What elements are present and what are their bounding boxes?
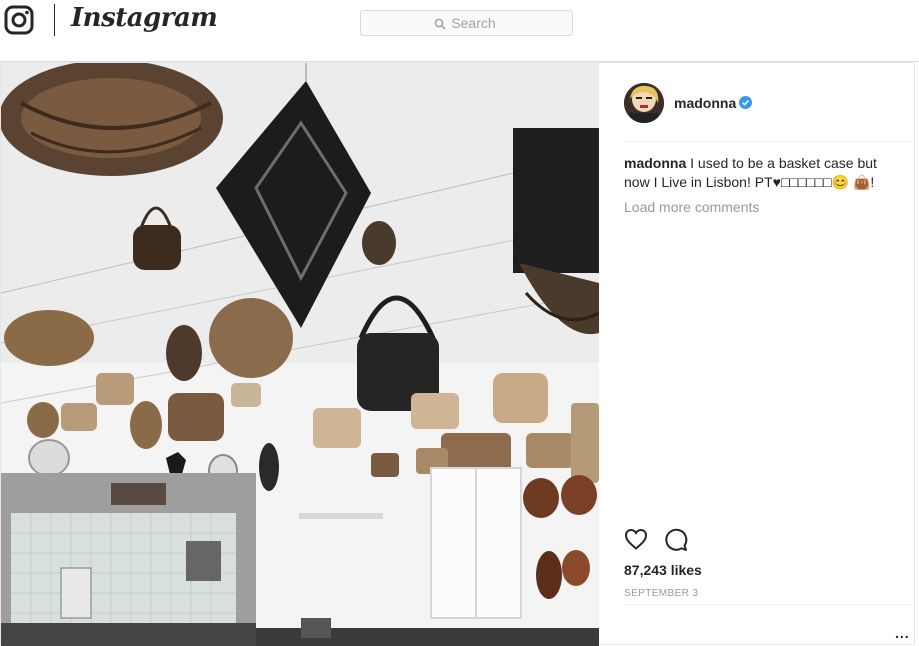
- likes-count[interactable]: 87,243 likes: [624, 562, 702, 578]
- profile-picture: [624, 83, 664, 123]
- post-container: madonna madonna I used to be a basket ca…: [0, 62, 916, 646]
- search-box[interactable]: [360, 10, 573, 36]
- verified-badge-icon: [739, 96, 752, 109]
- post-photo[interactable]: [1, 63, 599, 646]
- load-more-comments-link[interactable]: Load more comments: [624, 199, 759, 215]
- more-options-button[interactable]: ...: [895, 625, 910, 641]
- post-date: SEPTEMBER 3: [624, 588, 699, 599]
- post-caption: madonna I used to be a basket case but n…: [624, 154, 904, 192]
- header-divider: [624, 141, 912, 142]
- instagram-wordmark[interactable]: Instagram: [71, 3, 218, 33]
- logo-divider: [54, 4, 55, 36]
- hanging-baskets-photo: [1, 63, 599, 646]
- heart-icon[interactable]: [624, 528, 648, 550]
- post-username[interactable]: madonna: [674, 95, 736, 111]
- footer-divider: [624, 604, 912, 605]
- search-input[interactable]: [361, 11, 572, 35]
- avatar[interactable]: [624, 83, 664, 123]
- caption-username[interactable]: madonna: [624, 155, 686, 171]
- comment-icon[interactable]: [664, 528, 688, 552]
- post-sidebar: madonna madonna I used to be a basket ca…: [600, 63, 916, 646]
- top-navigation-bar: Instagram: [0, 0, 919, 62]
- instagram-camera-icon[interactable]: [4, 5, 34, 35]
